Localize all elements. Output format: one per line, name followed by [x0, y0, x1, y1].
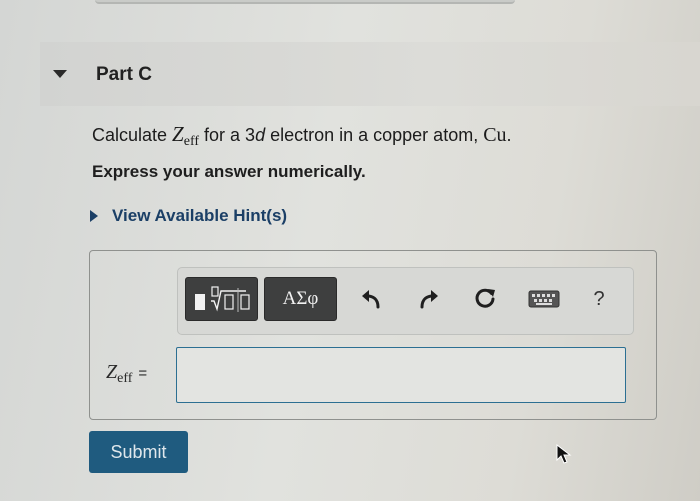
templates-button[interactable]: [185, 277, 258, 321]
help-icon: ?: [593, 287, 605, 310]
orbital-letter: d: [255, 125, 266, 145]
reset-icon: [475, 288, 495, 308]
collapse-caret-icon[interactable]: [53, 70, 67, 78]
element-symbol: Cu: [483, 124, 507, 146]
part-title: Part C: [96, 64, 152, 85]
equals-sign: =: [138, 365, 148, 382]
submit-button[interactable]: Submit: [89, 431, 188, 473]
answer-label: Zeff =: [106, 361, 147, 387]
help-button[interactable]: ?: [584, 284, 614, 314]
question-text: Calculate Zeff for a 3d electron in a co…: [92, 122, 512, 150]
view-hints-link[interactable]: View Available Hint(s): [90, 206, 287, 226]
question-after-orbital: electron in a copper atom,: [265, 125, 484, 145]
keyboard-icon: [528, 290, 560, 308]
view-hints-label: View Available Hint(s): [112, 206, 288, 225]
answer-instruction: Express your answer numerically.: [92, 162, 366, 181]
previous-part-panel-edge: [95, 0, 515, 4]
redo-arrow-icon: [420, 290, 438, 309]
question-prefix: Calculate: [92, 125, 173, 145]
expand-caret-icon: [90, 210, 98, 222]
templates-icon: [194, 286, 250, 312]
mouse-pointer-icon: [556, 443, 572, 469]
answer-label-symbol: Zeff: [106, 361, 133, 386]
redo-button[interactable]: [414, 284, 444, 314]
keyboard-button[interactable]: [527, 284, 561, 314]
zeff-symbol: Zeff: [172, 122, 200, 149]
undo-button[interactable]: [356, 284, 386, 314]
reset-button[interactable]: [470, 284, 500, 314]
symbols-button[interactable]: ΑΣφ: [264, 277, 337, 321]
question-suffix: .: [506, 125, 512, 145]
answer-input[interactable]: [176, 347, 626, 403]
undo-arrow-icon: [362, 290, 380, 309]
question-middle: for a 3: [199, 125, 256, 145]
